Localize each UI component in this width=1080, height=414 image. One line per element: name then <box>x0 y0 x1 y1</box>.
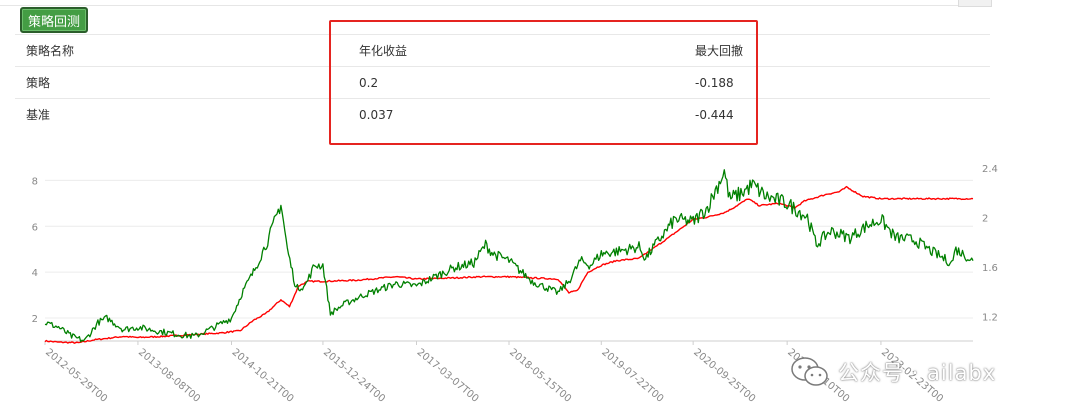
row-annual-return: 0.037 <box>348 98 684 130</box>
y-right-tick-label: 1.6 <box>982 263 998 274</box>
x-tick-label: 2017-03-07T00 <box>415 347 481 405</box>
header-strategy-name: 策略名称 <box>15 34 348 67</box>
x-tick-label: 2013-08-08T00 <box>136 347 202 405</box>
y-left-tick-label: 6 <box>32 222 38 233</box>
row-max-drawdown: -0.188 <box>684 66 990 99</box>
summary-table: 策略名称 年化收益 最大回撤 策略 0.2 -0.188 基准 0.037 -0… <box>15 34 990 130</box>
row-name: 策略 <box>15 66 348 99</box>
row-max-drawdown: -0.444 <box>684 98 990 130</box>
row-name: 基准 <box>15 98 348 130</box>
x-tick-label: 2012-05-29T00 <box>43 347 109 405</box>
backtest-button[interactable]: 策略回测 <box>20 7 88 33</box>
top-divider <box>0 5 990 6</box>
table-row: 基准 0.037 -0.444 <box>15 98 990 130</box>
strategy-line <box>44 185 974 344</box>
x-tick-label: 2019-07-22T00 <box>599 347 665 405</box>
x-tick-label: 2020-09-25T00 <box>691 347 757 405</box>
wechat-icon <box>791 357 828 386</box>
x-tick-label: 2015-12-24T00 <box>321 347 387 405</box>
y-right-tick-label: 1.2 <box>982 312 998 323</box>
y-right-tick-label: 2.4 <box>982 164 998 175</box>
header-max-drawdown: 最大回撤 <box>684 34 990 67</box>
collapse-button[interactable] <box>958 0 992 7</box>
y-left-tick-label: 4 <box>32 268 38 279</box>
table-header-row: 策略名称 年化收益 最大回撤 <box>15 34 990 67</box>
header-annual-return: 年化收益 <box>348 34 684 67</box>
row-annual-return: 0.2 <box>348 66 684 99</box>
table-row: 策略 0.2 -0.188 <box>15 66 990 99</box>
benchmark-line <box>44 169 974 343</box>
y-right-tick-label: 2 <box>982 214 988 225</box>
watermark-text: 公众号 · ailabx <box>838 361 997 385</box>
x-tick-label: 2014-10-21T00 <box>230 347 296 405</box>
watermark: 公众号 · ailabx <box>790 352 996 392</box>
x-tick-label: 2018-05-15T00 <box>507 347 573 405</box>
y-left-tick-label: 2 <box>32 314 38 325</box>
y-left-tick-label: 8 <box>32 176 38 187</box>
